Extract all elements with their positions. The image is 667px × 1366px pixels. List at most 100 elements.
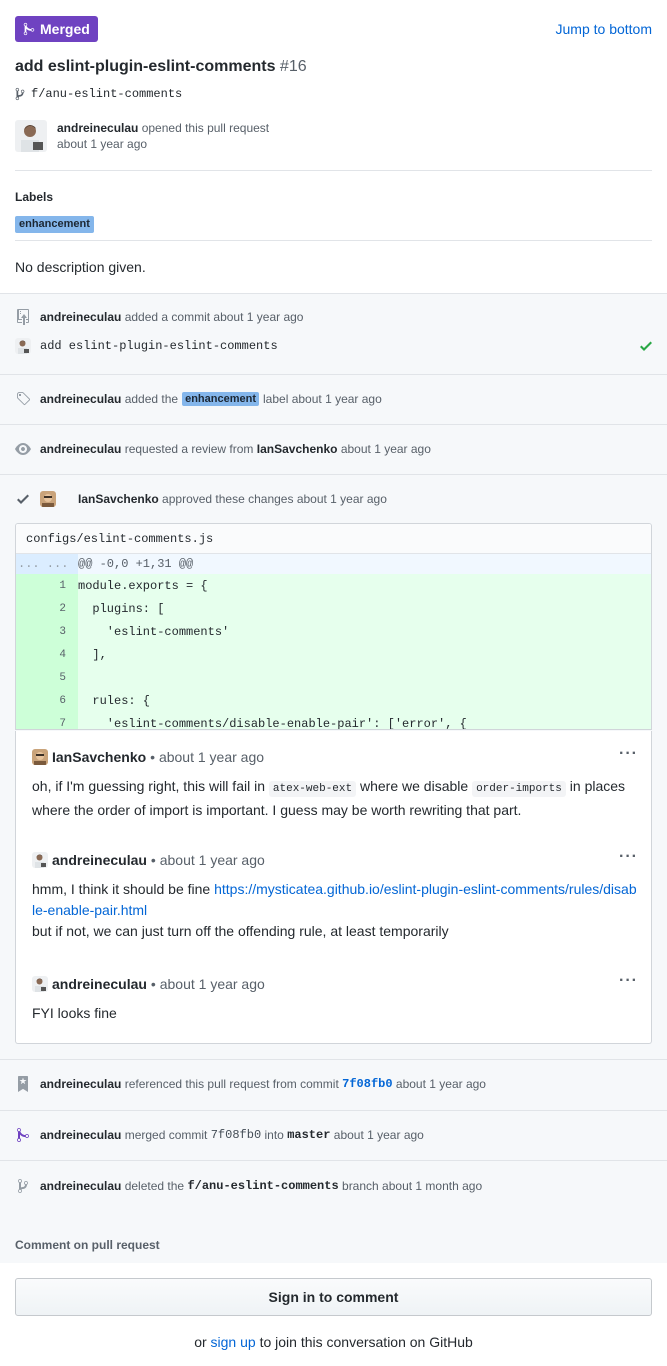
kebab-icon[interactable]: ···: [619, 849, 638, 865]
label-event-chip[interactable]: enhancement: [182, 392, 260, 406]
kebab-icon[interactable]: ···: [619, 746, 638, 762]
comment-meta[interactable]: • about 1 year ago: [150, 749, 264, 765]
sign-up-link[interactable]: sign up: [211, 1334, 256, 1350]
comment-text: but if not, we can just turn off the off…: [32, 923, 449, 939]
review-request-row: andreineculau requested a review from Ia…: [15, 441, 431, 457]
line-number[interactable]: 5: [16, 666, 78, 689]
diff-line: 2 plugins: [: [16, 597, 651, 620]
kebab-icon[interactable]: ···: [619, 973, 638, 989]
comment-avatar[interactable]: [32, 749, 48, 765]
labels-divider: [15, 240, 652, 241]
reference-before: referenced this pull request from commit: [124, 1077, 339, 1091]
opened-text: opened this pull request: [141, 121, 270, 135]
timeline-delete-branch-event: andreineculau deleted the f/anu-eslint-c…: [0, 1161, 667, 1212]
comment-text: where we disable: [360, 778, 469, 794]
reviewer-avatar[interactable]: [40, 491, 56, 507]
review-comment: IanSavchenko • about 1 year ago ··· oh, …: [32, 746, 638, 821]
label-actor[interactable]: andreineculau: [40, 392, 121, 406]
pr-description: No description given.: [15, 259, 146, 275]
pr-author-block: andreineculau opened this pull request a…: [15, 120, 269, 156]
delete-row: andreineculau deleted the f/anu-eslint-c…: [15, 1178, 482, 1194]
line-number[interactable]: 1: [16, 574, 78, 597]
delete-actor[interactable]: andreineculau: [40, 1179, 121, 1193]
author-text: andreineculau opened this pull request a…: [57, 120, 269, 156]
signup-line: or sign up to join this conversation on …: [0, 1334, 667, 1350]
pr-title: add eslint-plugin-eslint-comments #16: [15, 58, 307, 76]
merge-mid: into: [264, 1128, 284, 1142]
author-name[interactable]: andreineculau: [57, 121, 138, 135]
deleted-branch-name[interactable]: f/anu-eslint-comments: [187, 1179, 338, 1193]
reference-actor[interactable]: andreineculau: [40, 1077, 121, 1091]
comment-avatar[interactable]: [32, 976, 48, 992]
commit-actor[interactable]: andreineculau: [40, 310, 121, 324]
merged-state-badge: Merged: [15, 16, 98, 42]
diff-line: 1 module.exports = {: [16, 574, 651, 597]
signup-tail: to join this conversation on GitHub: [259, 1334, 473, 1350]
diff-file-name[interactable]: configs/eslint-comments.js: [26, 532, 213, 546]
line-number[interactable]: 7: [16, 712, 78, 729]
comment-meta[interactable]: • about 1 year ago: [151, 976, 265, 992]
bookmark-icon: [15, 1076, 31, 1092]
line-number[interactable]: 4: [16, 643, 78, 666]
tag-icon: [15, 391, 31, 407]
diff-line: 4 ],: [16, 643, 651, 666]
line-code: rules: {: [78, 693, 151, 708]
pr-number: #16: [279, 58, 307, 75]
git-merge-icon: [23, 22, 35, 36]
comment-author[interactable]: andreineculau: [52, 976, 147, 992]
label-event-before: added the: [124, 392, 179, 406]
timeline-reference-event: andreineculau referenced this pull reque…: [0, 1060, 667, 1111]
review-request-actor[interactable]: andreineculau: [40, 442, 121, 456]
timeline: andreineculau added a commit about 1 yea…: [0, 293, 667, 1211]
comment-author[interactable]: IanSavchenko: [52, 749, 146, 765]
timeline-label-event: andreineculau added the enhancement labe…: [0, 375, 667, 425]
commit-message[interactable]: add eslint-plugin-eslint-comments: [40, 339, 278, 353]
inline-code: order-imports: [472, 781, 566, 797]
comment-header: andreineculau • about 1 year ago: [32, 974, 638, 994]
merge-commit-sha[interactable]: 7f08fb0: [211, 1128, 261, 1142]
line-code: plugins: [: [78, 601, 165, 616]
delete-after: branch about 1 month ago: [342, 1179, 483, 1193]
delete-before: deleted the: [124, 1179, 185, 1193]
commit-event-text: added a commit about 1 year ago: [124, 310, 304, 324]
diff-line: 3 'eslint-comments': [16, 620, 651, 643]
review-comment: andreineculau • about 1 year ago ··· FYI…: [32, 973, 638, 1024]
comment-avatar[interactable]: [32, 852, 48, 868]
commit-author-avatar[interactable]: [15, 338, 31, 354]
reference-commit-sha[interactable]: 7f08fb0: [342, 1077, 392, 1091]
line-number[interactable]: 3: [16, 620, 78, 643]
author-avatar[interactable]: [15, 120, 47, 152]
commit-message-row: add eslint-plugin-eslint-comments: [15, 338, 278, 354]
line-code: 'eslint-comments': [78, 624, 230, 639]
diff-line: 7 'eslint-comments/disable-enable-pair':…: [16, 712, 651, 729]
comment-header: IanSavchenko • about 1 year ago: [32, 747, 638, 767]
repo-push-icon: [15, 309, 31, 325]
label-event-row: andreineculau added the enhancement labe…: [15, 391, 382, 407]
git-branch-icon: [15, 87, 25, 101]
eye-icon: [15, 441, 31, 457]
jump-to-bottom-link[interactable]: Jump to bottom: [556, 21, 653, 37]
review-request-reviewer[interactable]: IanSavchenko: [257, 442, 338, 456]
comment-body: hmm, I think it should be fine https://m…: [32, 879, 638, 942]
merge-actor[interactable]: andreineculau: [40, 1128, 121, 1142]
timeline-merge-event: andreineculau merged commit 7f08fb0 into…: [0, 1111, 667, 1161]
merge-after: about 1 year ago: [333, 1128, 424, 1142]
review-request-before: requested a review from: [124, 442, 254, 456]
head-branch-name[interactable]: f/anu-eslint-comments: [31, 87, 182, 101]
comment-body: oh, if I'm guessing right, this will fai…: [32, 776, 638, 821]
line-number[interactable]: 2: [16, 597, 78, 620]
label-enhancement[interactable]: enhancement: [15, 216, 94, 233]
check-icon: [640, 341, 652, 351]
line-number[interactable]: 6: [16, 689, 78, 712]
comment-author[interactable]: andreineculau: [52, 852, 147, 868]
signup-or: or: [194, 1334, 207, 1350]
diff-line: 5: [16, 666, 651, 689]
merge-base-branch[interactable]: master: [287, 1128, 330, 1142]
approval-actor[interactable]: IanSavchenko: [78, 492, 159, 506]
line-code: ],: [78, 647, 107, 662]
sign-in-to-comment-button[interactable]: Sign in to comment: [15, 1278, 652, 1316]
diff-line: 6 rules: {: [16, 689, 651, 712]
comment-meta[interactable]: • about 1 year ago: [151, 852, 265, 868]
timeline-review-request-event: andreineculau requested a review from Ia…: [0, 425, 667, 475]
hunk-gutter[interactable]: ... ...: [16, 554, 78, 574]
